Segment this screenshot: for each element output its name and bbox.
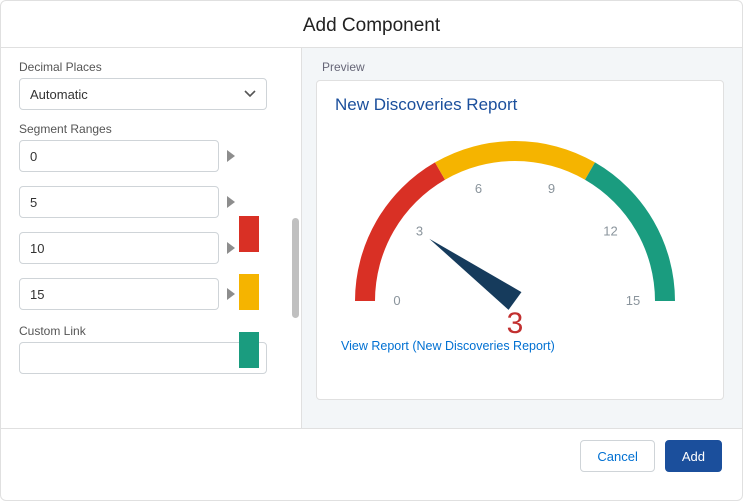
segment-input-1[interactable] <box>19 186 219 218</box>
chevron-right-icon[interactable] <box>227 242 235 254</box>
add-button[interactable]: Add <box>665 440 722 472</box>
chevron-right-icon[interactable] <box>227 288 235 300</box>
gauge-chart: 036912153 <box>335 121 695 331</box>
segment-input-2[interactable] <box>19 232 219 264</box>
svg-text:3: 3 <box>416 224 423 239</box>
svg-text:15: 15 <box>626 293 640 308</box>
chart-title: New Discoveries Report <box>335 95 723 115</box>
decimal-places-label: Decimal Places <box>19 60 285 74</box>
svg-text:3: 3 <box>507 307 524 340</box>
preview-label: Preview <box>316 58 724 80</box>
view-report-link[interactable]: View Report (New Discoveries Report) <box>335 339 723 353</box>
segment-color-0[interactable] <box>239 216 259 252</box>
segment-color-2[interactable] <box>239 332 259 368</box>
custom-link-input[interactable] <box>19 342 267 374</box>
preview-card: New Discoveries Report 0 3 6 9 12 15 3 View Re… <box>316 80 724 400</box>
svg-text:0: 0 <box>393 293 400 308</box>
settings-panel: Decimal Places Automatic Segment Ranges … <box>1 48 301 428</box>
segment-color-chips <box>239 216 259 368</box>
modal-title: Add Component <box>1 1 742 47</box>
scrollbar-thumb[interactable] <box>292 218 299 318</box>
chevron-right-icon[interactable] <box>227 196 235 208</box>
segment-color-1[interactable] <box>239 274 259 310</box>
chevron-right-icon[interactable] <box>227 150 235 162</box>
segment-row <box>19 186 285 218</box>
decimal-places-select[interactable]: Automatic <box>19 78 267 110</box>
modal-footer: Cancel Add <box>1 428 742 483</box>
segment-ranges-label: Segment Ranges <box>19 122 285 136</box>
svg-text:6: 6 <box>475 181 482 196</box>
segment-input-3[interactable] <box>19 278 219 310</box>
segment-input-0[interactable] <box>19 140 219 172</box>
decimal-places-value: Automatic <box>30 87 88 102</box>
preview-panel: Preview New Discoveries Report 0 3 6 9 12 15 3… <box>301 48 742 428</box>
svg-text:12: 12 <box>603 224 617 239</box>
svg-text:9: 9 <box>548 181 555 196</box>
cancel-button[interactable]: Cancel <box>580 440 654 472</box>
segment-row <box>19 140 285 172</box>
chevron-down-icon <box>244 90 256 98</box>
